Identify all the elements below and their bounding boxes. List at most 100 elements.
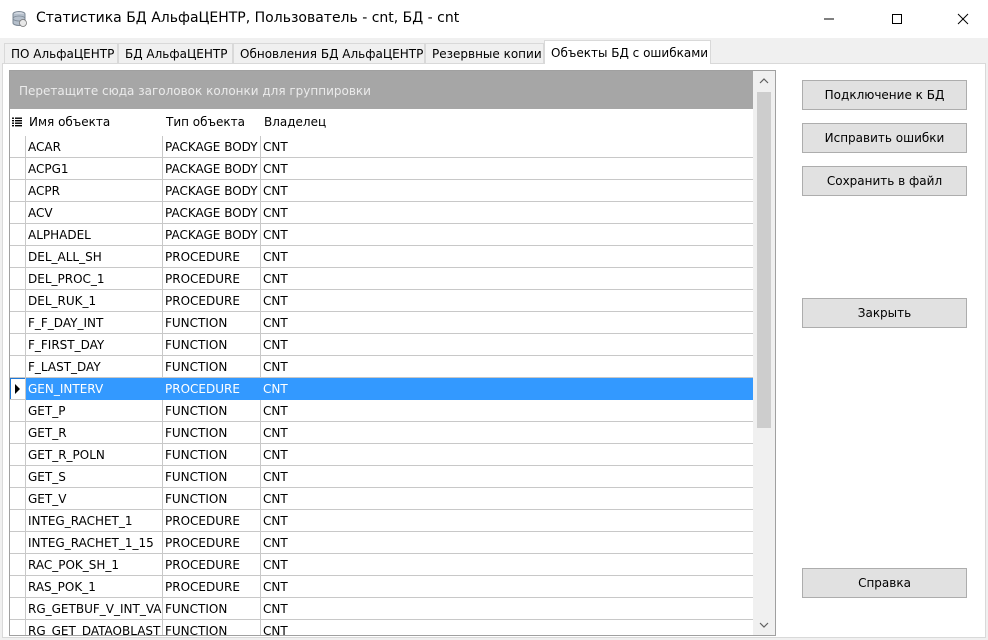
row-indicator[interactable] [10, 378, 26, 400]
cell-object-name[interactable]: DEL_ALL_SH [26, 246, 163, 268]
table-row[interactable]: GET_V FUNCTION CNT [10, 488, 754, 510]
maximize-button[interactable] [874, 0, 920, 38]
cell-object-type[interactable]: PROCEDURE [163, 576, 261, 598]
cell-object-type[interactable]: FUNCTION [163, 334, 261, 356]
cell-object-name[interactable]: F_FIRST_DAY [26, 334, 163, 356]
table-row[interactable]: ACPG1 PACKAGE BODY CNT [10, 158, 754, 180]
cell-owner[interactable]: CNT [261, 246, 754, 268]
cell-owner[interactable]: CNT [261, 466, 754, 488]
cell-object-name[interactable]: GET_V [26, 488, 163, 510]
cell-owner[interactable]: CNT [261, 598, 754, 620]
table-row[interactable]: GET_R FUNCTION CNT [10, 422, 754, 444]
cell-object-name[interactable]: ACV [26, 202, 163, 224]
cell-object-name[interactable]: F_LAST_DAY [26, 356, 163, 378]
cell-object-name[interactable]: RG_GET_DATAOBLAST [26, 620, 163, 635]
cell-object-name[interactable]: F_F_DAY_INT [26, 312, 163, 334]
row-indicator[interactable] [10, 268, 26, 290]
cell-object-type[interactable]: PACKAGE BODY [163, 202, 261, 224]
row-indicator[interactable] [10, 290, 26, 312]
cell-object-type[interactable]: PROCEDURE [163, 554, 261, 576]
cell-owner[interactable]: CNT [261, 532, 754, 554]
scroll-thumb[interactable] [757, 92, 771, 428]
cell-owner[interactable]: CNT [261, 554, 754, 576]
cell-owner[interactable]: CNT [261, 576, 754, 598]
group-by-panel[interactable]: Перетащите сюда заголовок колонки для гр… [10, 71, 753, 109]
cell-object-name[interactable]: RG_GETBUF_V_INT_VAL [26, 598, 163, 620]
tab-db-updates[interactable]: Обновления БД АльфаЦЕНТР [233, 43, 425, 63]
column-header-name[interactable]: Имя объекта [26, 109, 163, 135]
minimize-button[interactable] [806, 0, 852, 38]
help-button[interactable]: Справка [802, 568, 967, 598]
row-indicator[interactable] [10, 422, 26, 444]
cell-owner[interactable]: CNT [261, 400, 754, 422]
cell-object-type[interactable]: PROCEDURE [163, 246, 261, 268]
row-indicator[interactable] [10, 532, 26, 554]
cell-owner[interactable]: CNT [261, 620, 754, 635]
row-indicator[interactable] [10, 444, 26, 466]
row-indicator[interactable] [10, 180, 26, 202]
table-row[interactable]: INTEG_RACHET_1_15 PROCEDURE CNT [10, 532, 754, 554]
cell-owner[interactable]: CNT [261, 290, 754, 312]
cell-object-type[interactable]: FUNCTION [163, 422, 261, 444]
row-indicator[interactable] [10, 136, 26, 158]
column-header-type[interactable]: Тип объекта [163, 109, 261, 135]
close-button[interactable]: Закрыть [802, 298, 967, 328]
row-indicator[interactable] [10, 224, 26, 246]
table-row[interactable]: F_LAST_DAY FUNCTION CNT [10, 356, 754, 378]
table-row[interactable]: DEL_RUK_1 PROCEDURE CNT [10, 290, 754, 312]
cell-object-type[interactable]: PACKAGE BODY [163, 136, 261, 158]
cell-object-name[interactable]: RAS_POK_1 [26, 576, 163, 598]
cell-object-name[interactable]: RAC_POK_SH_1 [26, 554, 163, 576]
row-indicator[interactable] [10, 620, 26, 635]
row-indicator[interactable] [10, 356, 26, 378]
row-indicator[interactable] [10, 554, 26, 576]
save-to-file-button[interactable]: Сохранить в файл [802, 166, 967, 196]
row-indicator[interactable] [10, 312, 26, 334]
row-indicator[interactable] [10, 488, 26, 510]
cell-object-type[interactable]: FUNCTION [163, 598, 261, 620]
table-row[interactable]: RG_GET_DATAOBLAST FUNCTION CNT [10, 620, 754, 635]
cell-owner[interactable]: CNT [261, 356, 754, 378]
table-row[interactable]: RG_GETBUF_V_INT_VAL FUNCTION CNT [10, 598, 754, 620]
connect-db-button[interactable]: Подключение к БД [802, 80, 967, 110]
table-row[interactable]: GET_S FUNCTION CNT [10, 466, 754, 488]
cell-owner[interactable]: CNT [261, 312, 754, 334]
tab-error-objects[interactable]: Объекты БД с ошибками [544, 40, 711, 64]
cell-object-type[interactable]: FUNCTION [163, 312, 261, 334]
column-chooser-button[interactable] [10, 109, 26, 135]
cell-object-name[interactable]: INTEG_RACHET_1_15 [26, 532, 163, 554]
cell-object-type[interactable]: FUNCTION [163, 400, 261, 422]
scroll-down-button[interactable] [753, 615, 775, 635]
cell-object-type[interactable]: PROCEDURE [163, 268, 261, 290]
row-indicator[interactable] [10, 334, 26, 356]
cell-owner[interactable]: CNT [261, 378, 754, 400]
tab-backups[interactable]: Резервные копии [425, 43, 544, 63]
table-row[interactable]: GEN_INTERV PROCEDURE CNT [10, 378, 754, 400]
table-row[interactable]: INTEG_RACHET_1 PROCEDURE CNT [10, 510, 754, 532]
cell-object-type[interactable]: FUNCTION [163, 488, 261, 510]
cell-object-type[interactable]: FUNCTION [163, 444, 261, 466]
cell-owner[interactable]: CNT [261, 334, 754, 356]
tab-db-alphacenter[interactable]: БД АльфаЦЕНТР [118, 43, 233, 63]
cell-object-name[interactable]: ACPG1 [26, 158, 163, 180]
cell-object-type[interactable]: PROCEDURE [163, 532, 261, 554]
row-indicator[interactable] [10, 202, 26, 224]
cell-owner[interactable]: CNT [261, 180, 754, 202]
row-indicator[interactable] [10, 158, 26, 180]
row-indicator[interactable] [10, 598, 26, 620]
table-row[interactable]: F_FIRST_DAY FUNCTION CNT [10, 334, 754, 356]
cell-object-type[interactable]: PROCEDURE [163, 290, 261, 312]
cell-owner[interactable]: CNT [261, 202, 754, 224]
table-row[interactable]: F_F_DAY_INT FUNCTION CNT [10, 312, 754, 334]
row-indicator[interactable] [10, 400, 26, 422]
cell-object-type[interactable]: PACKAGE BODY [163, 180, 261, 202]
cell-object-type[interactable]: PACKAGE BODY [163, 158, 261, 180]
row-indicator[interactable] [10, 510, 26, 532]
cell-object-name[interactable]: GET_P [26, 400, 163, 422]
table-row[interactable]: RAS_POK_1 PROCEDURE CNT [10, 576, 754, 598]
cell-object-name[interactable]: ALPHADEL [26, 224, 163, 246]
cell-object-name[interactable]: GET_R_POLN [26, 444, 163, 466]
cell-owner[interactable]: CNT [261, 510, 754, 532]
cell-owner[interactable]: CNT [261, 136, 754, 158]
cell-object-name[interactable]: GET_R [26, 422, 163, 444]
